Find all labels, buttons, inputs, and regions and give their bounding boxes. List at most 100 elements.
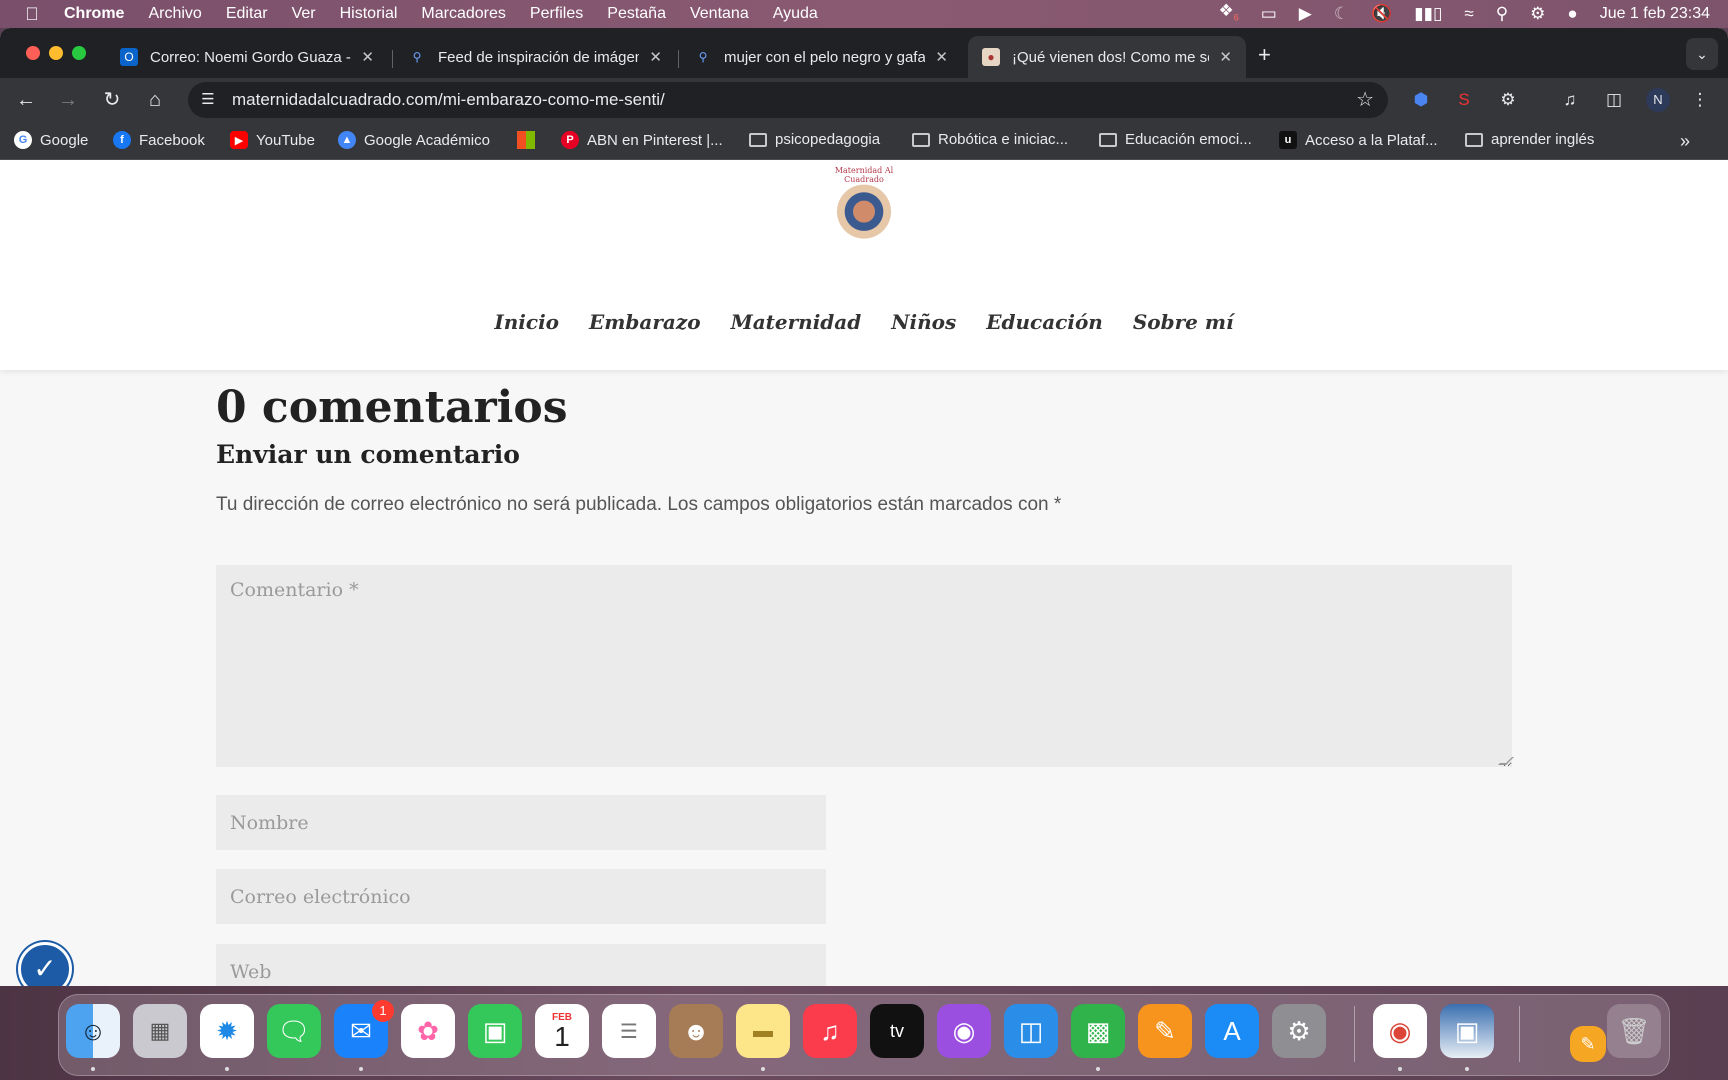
notes-icon[interactable]: ▬ [736, 1004, 790, 1058]
tab-mujer-pelo-negro[interactable]: ⚲ mujer con el pelo negro y gafas ✕ [680, 36, 962, 78]
url-text[interactable]: maternidadalcuadrado.com/mi-embarazo-com… [232, 90, 665, 110]
accessibility-widget-icon[interactable]: ✓ [18, 942, 72, 986]
app-store-icon[interactable]: A [1205, 1004, 1259, 1058]
menu-bar:  Chrome Archivo Editar Ver Historial Ma… [0, 0, 1728, 28]
menu-ayuda[interactable]: Ayuda [773, 5, 818, 23]
nav-educacion[interactable]: Educación [986, 310, 1103, 334]
bookmark-folder-aprender-ingles[interactable]: aprender inglés [1465, 131, 1594, 148]
menu-ventana[interactable]: Ventana [690, 5, 749, 23]
siri-icon[interactable]: ● [1567, 0, 1577, 28]
bookmark-microsoft[interactable] [517, 131, 543, 149]
reload-icon[interactable]: ↻ [98, 86, 126, 114]
launchpad-icon[interactable]: ▦ [133, 1004, 187, 1058]
extensions-puzzle-icon[interactable]: ⚙ [1496, 88, 1520, 112]
facebook-icon: f [113, 131, 131, 149]
bookmark-abn-pinterest[interactable]: P ABN en Pinterest |... [561, 131, 723, 149]
menu-ver[interactable]: Ver [292, 5, 316, 23]
messages-icon[interactable]: 🗨 [267, 1004, 321, 1058]
safari-icon[interactable]: ✹ [200, 1004, 254, 1058]
menu-perfiles[interactable]: Perfiles [530, 5, 583, 23]
comment-textarea[interactable] [216, 565, 1512, 767]
forward-arrow-icon[interactable]: → [54, 86, 82, 114]
play-icon[interactable]: ▶ [1299, 0, 1312, 28]
bookmark-folder-educacion[interactable]: Educación emoci... [1099, 131, 1252, 148]
back-arrow-icon[interactable]: ← [12, 86, 40, 114]
name-input[interactable] [216, 795, 826, 850]
menu-editar[interactable]: Editar [226, 5, 268, 23]
preview-icon[interactable]: ▣ [1440, 1004, 1494, 1058]
bookmark-acceso-plataforma[interactable]: u Acceso a la Plataf... [1279, 131, 1438, 149]
nav-inicio[interactable]: Inicio [494, 310, 559, 334]
wifi-icon[interactable]: ≈ [1464, 0, 1473, 28]
menu-historial[interactable]: Historial [340, 5, 398, 23]
nav-sobre-mi[interactable]: Sobre mí [1133, 310, 1234, 334]
bookmark-google-academico[interactable]: ▲ Google Académico [338, 131, 490, 149]
menu-archivo[interactable]: Archivo [148, 5, 201, 23]
bookmark-folder-robotica[interactable]: Robótica e iniciac... [912, 131, 1068, 148]
bookmark-youtube[interactable]: ▶ YouTube [230, 131, 315, 149]
photos-icon[interactable]: ✿ [401, 1004, 455, 1058]
new-tab-icon[interactable]: + [1258, 42, 1271, 68]
mute-icon[interactable]: 🔇 [1371, 0, 1392, 28]
side-panel-icon[interactable]: ◫ [1602, 88, 1626, 112]
menubar-clock[interactable]: Jue 1 feb 23:34 [1600, 5, 1710, 23]
calendar-day: 1 [554, 1020, 570, 1052]
bookmark-folder-psicopedagogia[interactable]: psicopedagogia [749, 131, 880, 148]
extension-seo-icon[interactable]: S [1452, 88, 1476, 112]
spotlight-search-icon[interactable]: ⚲ [1496, 0, 1508, 28]
site-settings-icon[interactable]: ☰ [198, 90, 218, 110]
close-tab-icon[interactable]: ✕ [935, 48, 948, 66]
numbers-icon[interactable]: ▩ [1071, 1004, 1125, 1058]
dropbox-icon[interactable]: ❖6 [1218, 0, 1238, 31]
tab-outlook[interactable]: O Correo: Noemi Gordo Guaza - ✕ [106, 36, 388, 78]
profile-avatar[interactable]: N [1646, 88, 1670, 112]
bookmark-star-icon[interactable]: ☆ [1356, 87, 1374, 112]
email-input[interactable] [216, 869, 826, 924]
nav-maternidad[interactable]: Maternidad [731, 310, 862, 334]
home-icon[interactable]: ⌂ [141, 86, 169, 114]
calendar-icon[interactable]: FEB 1 [535, 1004, 589, 1058]
address-bar[interactable]: ☰ maternidadalcuadrado.com/mi-embarazo-c… [188, 82, 1388, 118]
nav-ninos[interactable]: Niños [891, 310, 956, 334]
bookmark-label: Facebook [139, 131, 205, 149]
pages-icon[interactable]: ✎ [1138, 1004, 1192, 1058]
nav-embarazo[interactable]: Embarazo [589, 310, 701, 334]
contacts-icon[interactable]: ☻ [669, 1004, 723, 1058]
finder-icon[interactable]: ☺ [66, 1004, 120, 1058]
keynote-icon[interactable]: ◫ [1004, 1004, 1058, 1058]
bookmark-facebook[interactable]: f Facebook [113, 131, 205, 149]
control-center-icon[interactable]: ⚙ [1530, 0, 1545, 28]
running-indicator [1096, 1067, 1100, 1071]
apple-tv-icon[interactable]: tv [870, 1004, 924, 1058]
media-controls-icon[interactable]: ♫ [1558, 88, 1582, 112]
tab-active-que-vienen-dos[interactable]: ● ¡Qué vienen dos! Como me sentí ✕ [968, 36, 1246, 78]
bookmark-google[interactable]: G Google [14, 131, 88, 149]
minimize-window-button[interactable] [49, 46, 63, 60]
battery-icon[interactable]: ▮▮▯ [1414, 0, 1442, 28]
facetime-icon[interactable]: ▣ [468, 1004, 522, 1058]
more-bookmarks-chevron-icon[interactable]: » [1680, 131, 1690, 152]
close-tab-icon[interactable]: ✕ [361, 48, 374, 66]
screen-mirroring-icon[interactable]: ▭ [1261, 0, 1277, 28]
tab-feed-inspiracion[interactable]: ⚲ Feed de inspiración de imágenes ✕ [394, 36, 676, 78]
chrome-icon[interactable]: ◉ [1373, 1004, 1427, 1058]
website-input[interactable] [216, 944, 826, 986]
trash-icon[interactable]: 🗑 [1607, 1004, 1661, 1058]
menu-chrome[interactable]: Chrome [64, 5, 124, 23]
close-window-button[interactable] [26, 46, 40, 60]
close-tab-icon[interactable]: ✕ [1219, 48, 1232, 66]
more-menu-icon[interactable]: ⋮ [1688, 88, 1712, 112]
music-icon[interactable]: ♫ [803, 1004, 857, 1058]
moon-icon[interactable]: ☾ [1334, 0, 1349, 28]
podcasts-icon[interactable]: ◉ [937, 1004, 991, 1058]
menu-pestana[interactable]: Pestaña [607, 5, 666, 23]
close-tab-icon[interactable]: ✕ [649, 48, 662, 66]
reminders-icon[interactable]: ☰ [602, 1004, 656, 1058]
system-settings-icon[interactable]: ⚙ [1272, 1004, 1326, 1058]
menu-marcadores[interactable]: Marcadores [421, 5, 505, 23]
tab-search-chevron-icon[interactable]: ⌄ [1686, 38, 1718, 70]
fullscreen-window-button[interactable] [72, 46, 86, 60]
apple-icon[interactable]:  [0, 4, 64, 25]
stickies-widget-icon[interactable]: ✎ [1570, 1026, 1606, 1062]
extension-blue-icon[interactable]: ⬢ [1409, 88, 1433, 112]
